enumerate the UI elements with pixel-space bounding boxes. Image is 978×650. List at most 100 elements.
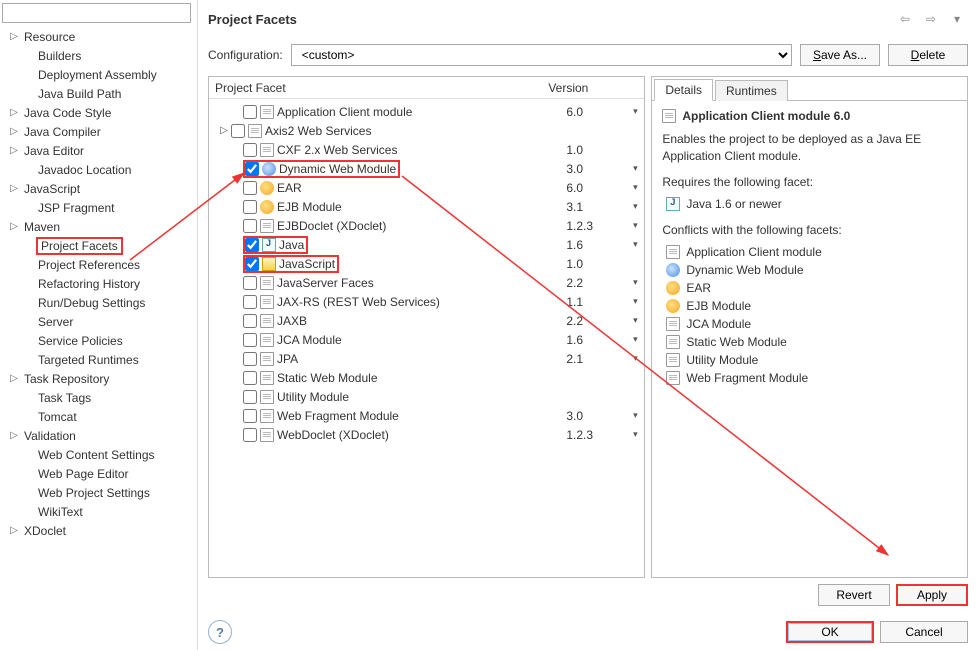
tab-details[interactable]: Details (654, 79, 713, 101)
version-dropdown-icon[interactable]: ▾ (626, 201, 644, 212)
revert-button[interactable]: Revert (818, 584, 890, 606)
expand-icon[interactable]: ▷ (6, 126, 22, 137)
facet-checkbox[interactable] (243, 428, 257, 442)
tab-runtimes[interactable]: Runtimes (715, 80, 788, 101)
sidebar-item[interactable]: ▷Maven (4, 217, 191, 236)
facet-checkbox[interactable] (243, 314, 257, 328)
sidebar-item[interactable]: ▷Java Code Style (4, 103, 191, 122)
sidebar-item[interactable]: ▷Task Tags (4, 388, 191, 407)
sidebar-item[interactable]: ▷Refactoring History (4, 274, 191, 293)
facet-checkbox[interactable] (243, 105, 257, 119)
version-dropdown-icon[interactable]: ▾ (626, 353, 644, 364)
help-button[interactable]: ? (208, 620, 232, 644)
sidebar-item[interactable]: ▷Project Facets (4, 236, 191, 255)
sidebar-item[interactable]: ▷WikiText (4, 502, 191, 521)
expand-icon[interactable]: ▷ (6, 221, 22, 232)
facet-checkbox[interactable] (243, 276, 257, 290)
facet-checkbox[interactable] (243, 295, 257, 309)
version-dropdown-icon[interactable]: ▾ (626, 163, 644, 174)
version-dropdown-icon[interactable]: ▾ (626, 410, 644, 421)
version-dropdown-icon[interactable]: ▾ (626, 182, 644, 193)
nav-back-button[interactable]: ⇦ (894, 10, 916, 28)
version-dropdown-icon[interactable]: ▾ (626, 220, 644, 231)
facet-checkbox[interactable] (243, 143, 257, 157)
sidebar-item[interactable]: ▷Validation (4, 426, 191, 445)
expand-icon[interactable]: ▷ (6, 373, 22, 384)
nav-fwd-button[interactable]: ⇨ (920, 10, 942, 28)
save-as-button[interactable]: SSave As...ave As... (800, 44, 880, 66)
col-facet-header[interactable]: Project Facet (209, 81, 542, 95)
sidebar-item[interactable]: ▷Web Project Settings (4, 483, 191, 502)
facet-row[interactable]: JavaScript1.0 (209, 254, 644, 273)
sidebar-item[interactable]: ▷JavaScript (4, 179, 191, 198)
facet-row[interactable]: EAR6.0▾ (209, 178, 644, 197)
sidebar-item[interactable]: ▷Targeted Runtimes (4, 350, 191, 369)
facet-row[interactable]: JavaServer Faces2.2▾ (209, 273, 644, 292)
sidebar-item[interactable]: ▷Web Content Settings (4, 445, 191, 464)
facet-checkbox[interactable] (245, 162, 259, 176)
facet-row[interactable]: Dynamic Web Module3.0▾ (209, 159, 644, 178)
facet-checkbox[interactable] (243, 333, 257, 347)
version-dropdown-icon[interactable]: ▾ (626, 239, 644, 250)
sidebar-item[interactable]: ▷Java Editor (4, 141, 191, 160)
nav-menu-button[interactable]: ▾ (946, 10, 968, 28)
facet-row[interactable]: EJB Module3.1▾ (209, 197, 644, 216)
sidebar-item[interactable]: ▷XDoclet (4, 521, 191, 540)
version-dropdown-icon[interactable]: ▾ (626, 277, 644, 288)
facet-row[interactable]: JAXB2.2▾ (209, 311, 644, 330)
facet-row[interactable]: WebDoclet (XDoclet)1.2.3▾ (209, 425, 644, 444)
col-version-header[interactable]: Version (542, 81, 644, 95)
expand-icon[interactable]: ▷ (6, 145, 22, 156)
facet-checkbox[interactable] (243, 371, 257, 385)
version-dropdown-icon[interactable]: ▾ (626, 334, 644, 345)
facet-row[interactable]: JAX-RS (REST Web Services)1.1▾ (209, 292, 644, 311)
facet-checkbox[interactable] (245, 238, 259, 252)
facet-row[interactable]: Application Client module6.0▾ (209, 102, 644, 121)
sidebar-item[interactable]: ▷Javadoc Location (4, 160, 191, 179)
facet-row[interactable]: Utility Module (209, 387, 644, 406)
expand-icon[interactable]: ▷ (6, 107, 22, 118)
facet-row[interactable]: EJBDoclet (XDoclet)1.2.3▾ (209, 216, 644, 235)
sidebar-item[interactable]: ▷JSP Fragment (4, 198, 191, 217)
expand-icon[interactable]: ▷ (217, 125, 231, 136)
expand-icon[interactable]: ▷ (6, 183, 22, 194)
facet-row[interactable]: CXF 2.x Web Services1.0 (209, 140, 644, 159)
facet-checkbox[interactable] (231, 124, 245, 138)
facet-checkbox[interactable] (243, 352, 257, 366)
sidebar-item[interactable]: ▷Service Policies (4, 331, 191, 350)
facet-row[interactable]: ▷Axis2 Web Services (209, 121, 644, 140)
cancel-button[interactable]: Cancel (880, 621, 968, 643)
facet-row[interactable]: Java1.6▾ (209, 235, 644, 254)
sidebar-item[interactable]: ▷Run/Debug Settings (4, 293, 191, 312)
sidebar-item[interactable]: ▷Java Build Path (4, 84, 191, 103)
expand-icon[interactable]: ▷ (6, 31, 22, 42)
sidebar-item[interactable]: ▷Server (4, 312, 191, 331)
facet-checkbox[interactable] (245, 257, 259, 271)
version-dropdown-icon[interactable]: ▾ (626, 296, 644, 307)
facet-checkbox[interactable] (243, 390, 257, 404)
sidebar-item[interactable]: ▷Tomcat (4, 407, 191, 426)
version-dropdown-icon[interactable]: ▾ (626, 106, 644, 117)
sidebar-item[interactable]: ▷Deployment Assembly (4, 65, 191, 84)
sidebar-item[interactable]: ▷Web Page Editor (4, 464, 191, 483)
sidebar-item[interactable]: ▷Project References (4, 255, 191, 274)
sidebar-item[interactable]: ▷Task Repository (4, 369, 191, 388)
facet-checkbox[interactable] (243, 200, 257, 214)
facet-row[interactable]: JCA Module1.6▾ (209, 330, 644, 349)
expand-icon[interactable]: ▷ (6, 525, 22, 536)
facet-checkbox[interactable] (243, 181, 257, 195)
sidebar-item[interactable]: ▷Java Compiler (4, 122, 191, 141)
sidebar-item[interactable]: ▷Resource (4, 27, 191, 46)
sidebar-item[interactable]: ▷Builders (4, 46, 191, 65)
facet-row[interactable]: JPA2.1▾ (209, 349, 644, 368)
filter-input[interactable] (2, 3, 191, 23)
version-dropdown-icon[interactable]: ▾ (626, 429, 644, 440)
expand-icon[interactable]: ▷ (6, 430, 22, 441)
apply-button[interactable]: Apply (896, 584, 968, 606)
version-dropdown-icon[interactable]: ▾ (626, 315, 644, 326)
facet-row[interactable]: Static Web Module (209, 368, 644, 387)
config-select[interactable]: <custom> (291, 44, 792, 66)
facet-checkbox[interactable] (243, 409, 257, 423)
facet-row[interactable]: Web Fragment Module3.0▾ (209, 406, 644, 425)
delete-button[interactable]: Delete (888, 44, 968, 66)
